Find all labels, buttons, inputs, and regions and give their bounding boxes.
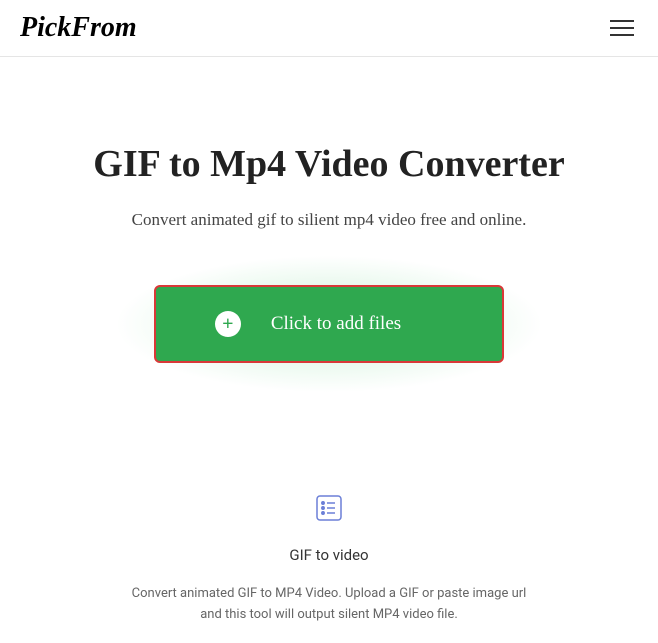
header: PickFrom — [0, 0, 658, 57]
hamburger-line — [610, 34, 634, 36]
add-files-button[interactable]: + Click to add files — [154, 285, 504, 363]
feature-desc-line1: Convert animated GIF to MP4 Video. Uploa… — [132, 586, 527, 601]
logo[interactable]: PickFrom — [20, 12, 137, 44]
hamburger-line — [610, 20, 634, 22]
feature-section: GIF to video Convert animated GIF to MP4… — [0, 488, 658, 626]
hamburger-menu-button[interactable] — [606, 16, 638, 40]
page-title: GIF to Mp4 Video Converter — [0, 142, 658, 186]
feature-description: Convert animated GIF to MP4 Video. Uploa… — [109, 584, 549, 626]
feature-desc-line2: and this tool will output silent MP4 vid… — [200, 607, 458, 622]
list-icon — [309, 488, 349, 528]
page-subtitle: Convert animated gif to silient mp4 vide… — [0, 210, 658, 230]
add-files-label: Click to add files — [271, 313, 401, 335]
upload-wrapper: + Click to add files — [154, 285, 504, 363]
hamburger-line — [610, 27, 634, 29]
plus-icon: + — [215, 311, 241, 337]
feature-title: GIF to video — [0, 546, 658, 564]
main-content: GIF to Mp4 Video Converter Convert anima… — [0, 57, 658, 626]
